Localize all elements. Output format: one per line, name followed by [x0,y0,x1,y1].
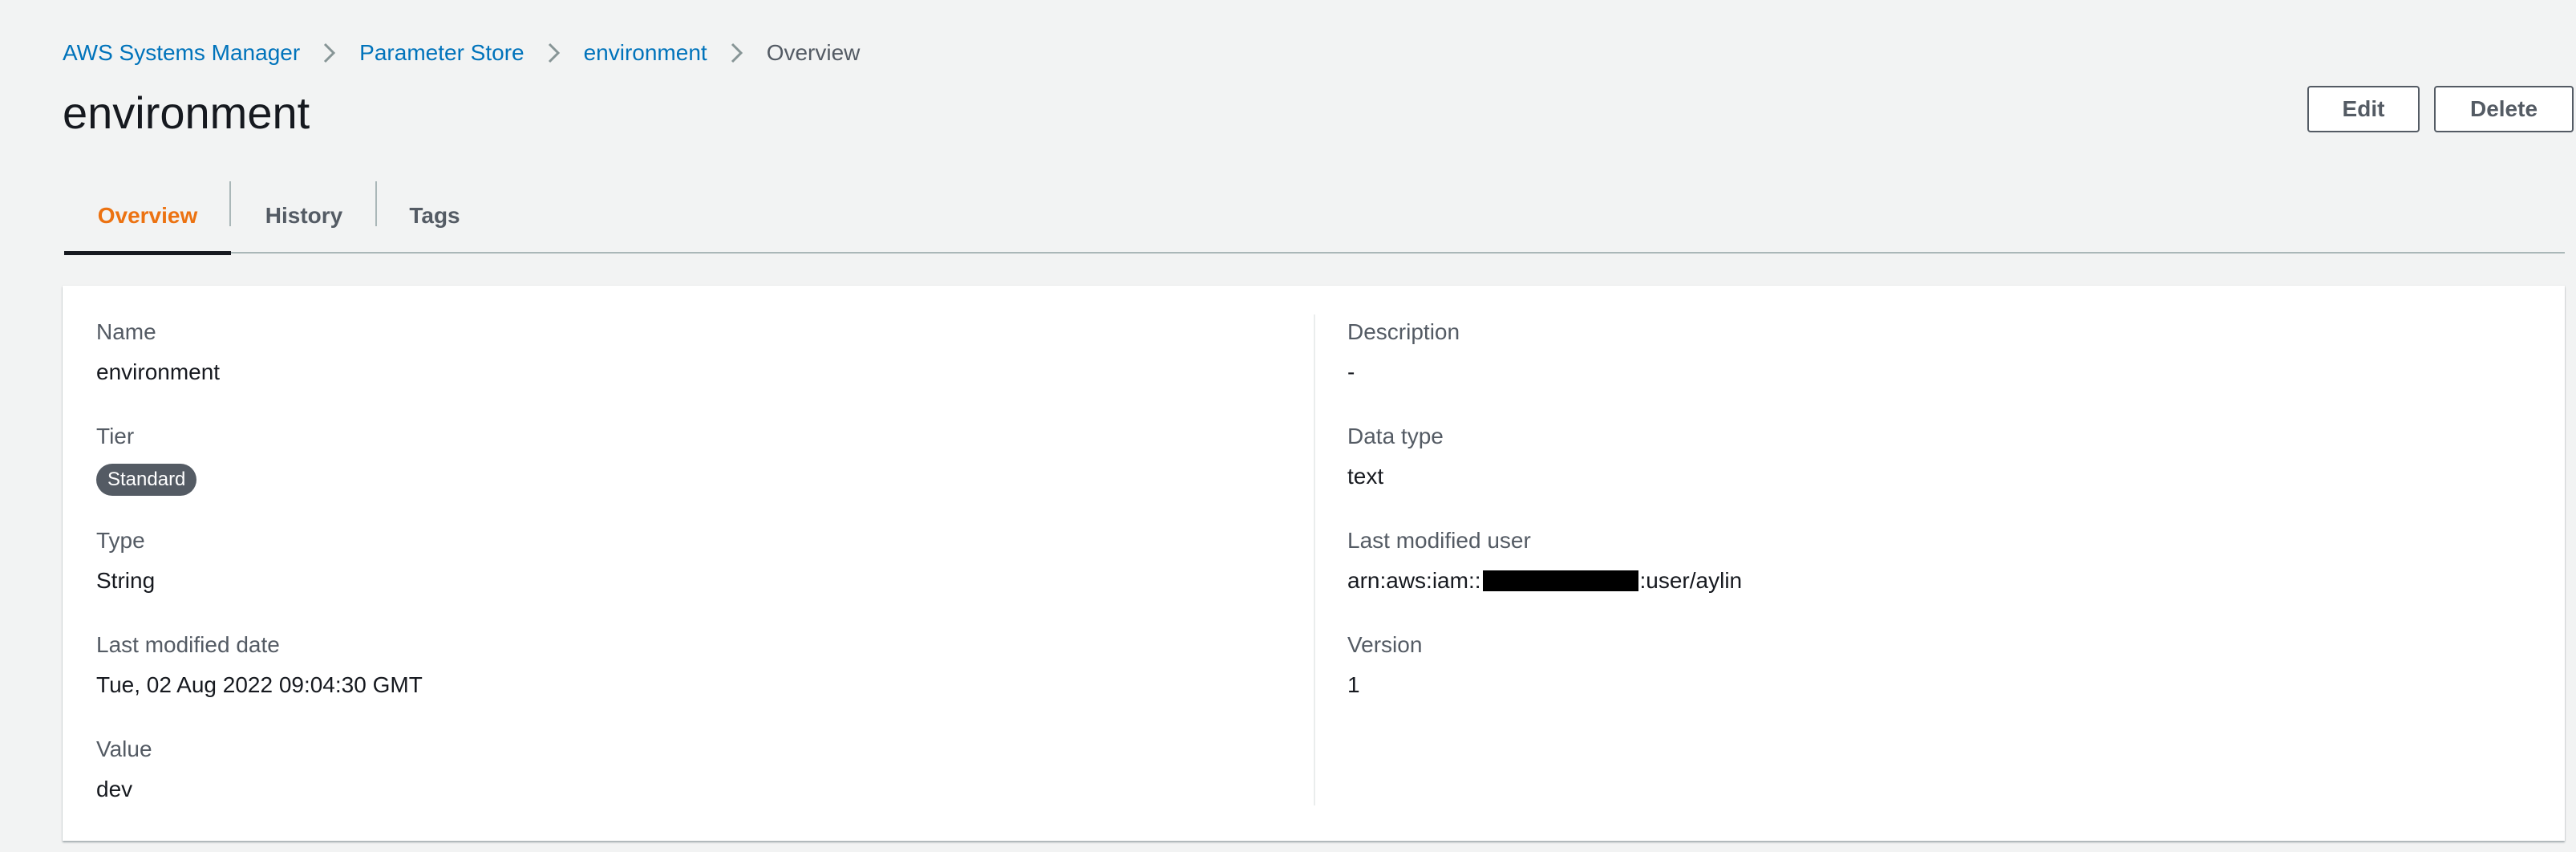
name-field: Name environment [96,318,220,387]
data-type-label: Data type [1347,424,1444,448]
chevron-right-icon [525,35,584,71]
description-field: Description - [1347,318,1460,387]
tier-label: Tier [96,424,135,448]
arn-suffix: :user/aylin [1639,568,1743,593]
chevron-right-icon [707,35,767,71]
last-modified-date-field: Last modified date Tue, 02 Aug 2022 09:0… [96,631,423,700]
tab-history[interactable]: History [231,178,377,254]
page-title: environment [63,87,310,138]
tab-overview[interactable]: Overview [64,178,231,255]
arn-prefix: arn:aws:iam:: [1347,568,1481,593]
type-label: Type [96,528,145,553]
last-modified-date-label: Last modified date [96,632,280,657]
breadcrumb-link-systems-manager[interactable]: AWS Systems Manager [63,40,300,66]
version-field: Version 1 [1347,631,1422,700]
breadcrumb: AWS Systems Manager Parameter Store envi… [63,35,860,71]
type-field: Type String [96,526,155,595]
breadcrumb-link-environment[interactable]: environment [584,40,707,66]
parameter-overview-page: AWS Systems Manager Parameter Store envi… [0,0,2576,852]
breadcrumb-link-parameter-store[interactable]: Parameter Store [359,40,524,66]
value-label: Value [96,736,152,761]
tier-field: Tier Standard [96,422,197,496]
name-label: Name [96,319,156,344]
name-value: environment [96,359,221,384]
description-label: Description [1347,319,1460,344]
column-divider [1314,314,1315,805]
breadcrumb-current: Overview [766,40,861,65]
delete-button[interactable]: Delete [2434,86,2574,132]
last-modified-date-value: Tue, 02 Aug 2022 09:04:30 GMT [96,672,423,697]
value-value: dev [96,777,133,801]
data-type-field: Data type text [1347,422,1444,491]
value-field: Value dev [96,735,152,804]
version-label: Version [1347,632,1423,657]
description-value: - [1347,359,1355,384]
data-type-value: text [1347,464,1384,489]
details-panel: Name environment Tier Standard Type Stri… [63,286,2565,841]
tab-bar: Overview History Tags [64,178,2565,255]
last-modified-user-label: Last modified user [1347,528,1531,553]
chevron-right-icon [300,35,359,71]
last-modified-user-value: arn:aws:iam:::user/aylin [1347,566,1742,595]
edit-button[interactable]: Edit [2307,86,2420,132]
last-modified-user-field: Last modified user arn:aws:iam:::user/ay… [1347,526,1742,595]
version-value: 1 [1347,672,1360,697]
type-value: String [96,568,156,593]
redacted-account-id [1482,570,1638,591]
tab-tags[interactable]: Tags [377,178,492,254]
tier-badge: Standard [96,464,197,496]
